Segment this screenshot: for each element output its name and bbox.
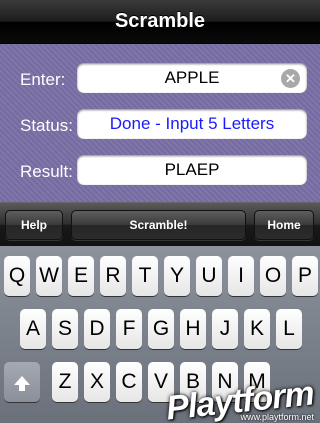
key-j[interactable]: J — [212, 309, 238, 349]
watermark-url: www.playtform.net — [240, 412, 314, 422]
shift-arrow-icon — [14, 375, 30, 391]
status-field: Done - Input 5 Letters — [77, 109, 307, 139]
key-i[interactable]: I — [228, 256, 254, 296]
shift-key[interactable] — [4, 362, 40, 402]
scramble-form: Enter: APPLE ✕ Status: Done - Input 5 Le… — [0, 44, 320, 202]
key-u[interactable]: U — [196, 256, 222, 296]
enter-input-value: APPLE — [164, 68, 220, 87]
app-title: Scramble — [114, 10, 206, 32]
home-button[interactable]: Home — [254, 210, 314, 240]
key-q[interactable]: Q — [4, 256, 30, 296]
status-row: Status: Done - Input 5 Letters — [0, 109, 320, 141]
status-value: Done - Input 5 Letters — [109, 114, 275, 133]
key-o[interactable]: O — [260, 256, 286, 296]
key-d[interactable]: D — [84, 309, 110, 349]
key-g[interactable]: G — [148, 309, 174, 349]
result-value: PLAEP — [164, 160, 220, 179]
key-c[interactable]: C — [116, 362, 142, 402]
key-f[interactable]: F — [116, 309, 142, 349]
key-y[interactable]: Y — [164, 256, 190, 296]
enter-row: Enter: APPLE ✕ — [0, 63, 320, 95]
help-button[interactable]: Help — [5, 210, 63, 240]
result-label: Result: — [20, 162, 73, 181]
key-w[interactable]: W — [36, 256, 62, 296]
key-h[interactable]: H — [180, 309, 206, 349]
enter-label: Enter: — [20, 70, 66, 89]
key-z[interactable]: Z — [52, 362, 78, 402]
enter-input[interactable]: APPLE ✕ — [77, 63, 307, 93]
navigation-bar: Scramble — [0, 0, 320, 44]
result-field: PLAEP — [77, 155, 307, 185]
key-x[interactable]: X — [84, 362, 110, 402]
toolbar: Help Scramble! Home — [0, 202, 320, 246]
key-r[interactable]: R — [100, 256, 126, 296]
key-k[interactable]: K — [244, 309, 270, 349]
status-label: Status: — [20, 116, 73, 135]
key-p[interactable]: P — [292, 256, 318, 296]
key-s[interactable]: S — [52, 309, 78, 349]
result-row: Result: PLAEP — [0, 155, 320, 187]
key-t[interactable]: T — [132, 256, 158, 296]
key-e[interactable]: E — [68, 256, 94, 296]
key-l[interactable]: L — [276, 309, 302, 349]
key-a[interactable]: A — [20, 309, 46, 349]
scramble-button[interactable]: Scramble! — [71, 210, 246, 240]
clear-icon[interactable]: ✕ — [281, 69, 300, 88]
